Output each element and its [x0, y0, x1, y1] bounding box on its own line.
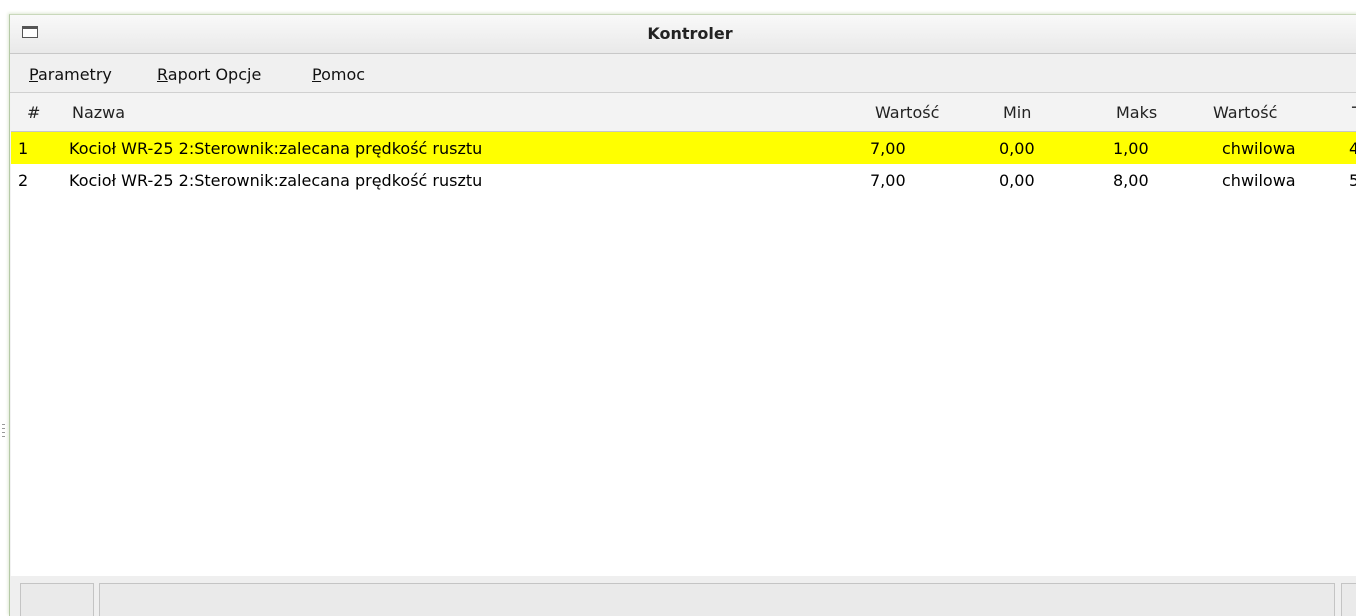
cell-min: 0,00 — [999, 139, 1035, 158]
table-row[interactable]: 2 Kocioł WR-25 2:Sterownik:zalecana pręd… — [11, 164, 1356, 196]
cell-number: 1 — [18, 139, 29, 158]
cell-kind: chwilowa — [1222, 139, 1296, 158]
title-bar[interactable]: Kontroler — [10, 15, 1356, 54]
column-header-name[interactable]: Nazwa — [72, 103, 125, 122]
app-window: Kontroler Parametry Raport Opcje Pomoc #… — [9, 14, 1356, 616]
cell-extra: 5 — [1349, 171, 1356, 190]
status-panel-right — [1341, 583, 1356, 616]
column-header-number[interactable]: # — [27, 103, 40, 122]
resize-handle[interactable] — [2, 424, 5, 438]
cell-max: 8,00 — [1113, 171, 1149, 190]
table-row[interactable]: 1 Kocioł WR-25 2:Sterownik:zalecana pręd… — [11, 132, 1356, 164]
menu-parametry[interactable]: Parametry — [29, 65, 112, 84]
status-panel-main — [99, 583, 1335, 616]
cell-min: 0,00 — [999, 171, 1035, 190]
table-header: # Nazwa Wartość Min Maks Wartość T — [11, 93, 1356, 132]
menu-label: omoc — [321, 65, 366, 84]
cell-value: 7,00 — [870, 171, 906, 190]
data-table: # Nazwa Wartość Min Maks Wartość T 1 Koc… — [11, 93, 1356, 576]
cell-name: Kocioł WR-25 2:Sterownik:zalecana prędko… — [69, 139, 483, 158]
cell-kind: chwilowa — [1222, 171, 1296, 190]
menu-mnemonic: R — [157, 65, 168, 84]
column-header-value[interactable]: Wartość — [875, 103, 939, 122]
column-header-max[interactable]: Maks — [1116, 103, 1157, 122]
cell-extra: 4 — [1349, 139, 1356, 158]
column-header-min[interactable]: Min — [1003, 103, 1031, 122]
cell-value: 7,00 — [870, 139, 906, 158]
menu-pomoc[interactable]: Pomoc — [312, 65, 365, 84]
menu-label: arametry — [37, 65, 112, 84]
column-header-value-type[interactable]: Wartość — [1213, 103, 1277, 122]
menu-raport-opcje[interactable]: Raport Opcje — [157, 65, 261, 84]
menu-mnemonic: P — [29, 65, 38, 84]
menu-bar: Parametry Raport Opcje Pomoc — [10, 54, 1356, 93]
menu-mnemonic: P — [312, 65, 322, 84]
status-bar — [10, 576, 1356, 616]
menu-label: aport Opcje — [167, 65, 262, 84]
cell-max: 1,00 — [1113, 139, 1149, 158]
cell-name: Kocioł WR-25 2:Sterownik:zalecana prędko… — [69, 171, 483, 190]
column-header-extra[interactable]: T — [1352, 103, 1356, 122]
status-panel-left — [20, 583, 94, 616]
window-title: Kontroler — [647, 24, 733, 43]
cell-number: 2 — [18, 171, 29, 190]
